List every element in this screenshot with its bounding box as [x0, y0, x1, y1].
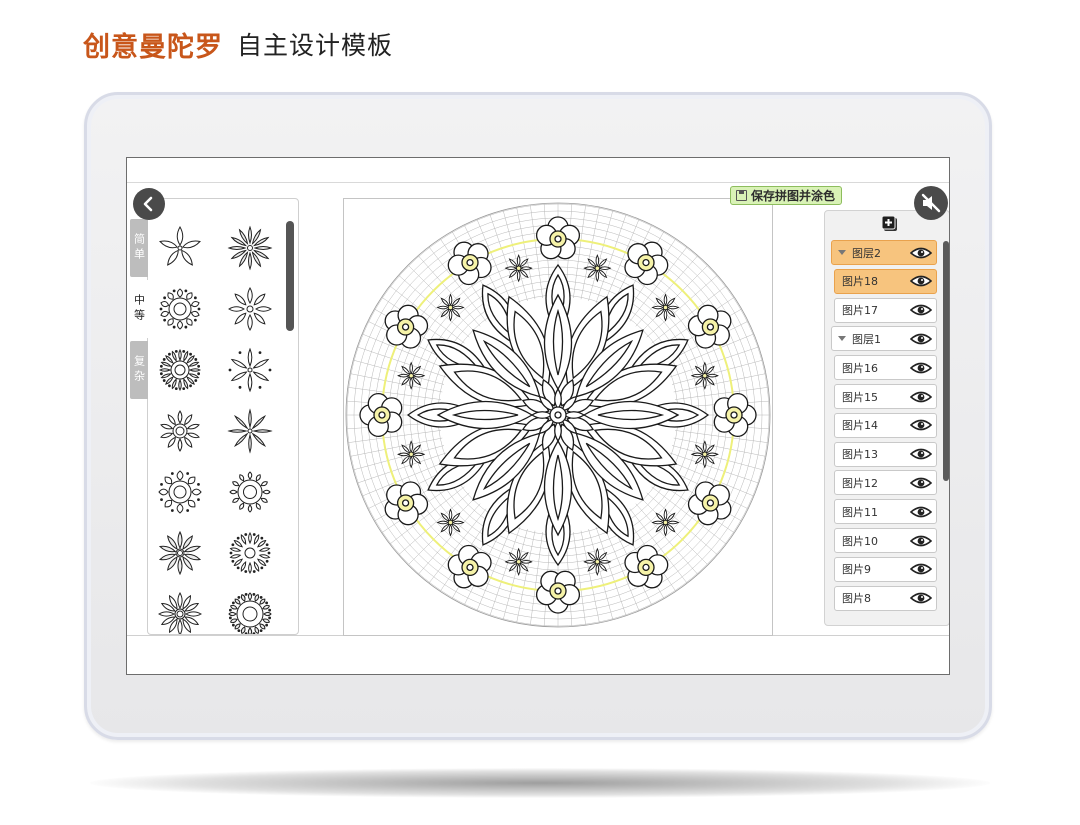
save-button-label: 保存拼图并涂色 [751, 189, 836, 203]
mandala-canvas[interactable] [343, 198, 773, 636]
save-and-color-button[interactable]: 保存拼图并涂色 [730, 186, 843, 205]
shape-panel-scrollbar[interactable] [286, 221, 294, 331]
layer-item-row[interactable]: 图片8 [834, 585, 937, 611]
app-screen: 简单 中等 复杂 保存拼图并涂色 图层2 图片18 图片17 图层1 图片16 图片15 图片1… [126, 157, 950, 675]
mandala-motif-icon [228, 347, 272, 393]
visibility-eye-icon[interactable] [910, 447, 932, 461]
mute-button[interactable] [914, 186, 948, 220]
mandala-motif-icon [159, 225, 201, 266]
visibility-eye-icon[interactable] [910, 274, 932, 288]
visibility-eye-icon[interactable] [910, 246, 932, 260]
mandala-motif-icon [227, 408, 273, 454]
mandala-motif-icon [159, 288, 201, 330]
mandala-motif-icon [229, 471, 271, 513]
add-layer-icon[interactable] [881, 215, 899, 233]
visibility-eye-icon[interactable] [910, 476, 932, 490]
visibility-eye-icon[interactable] [910, 591, 932, 605]
layer-label: 图片17 [842, 304, 878, 318]
shape-thumbnail[interactable] [156, 407, 204, 455]
shape-thumbnail[interactable] [156, 468, 204, 516]
layer-panel-scrollbar[interactable] [943, 241, 949, 481]
visibility-eye-icon[interactable] [910, 418, 932, 432]
layer-item-row[interactable]: 图片17 [834, 297, 937, 323]
layer-item-row[interactable]: 图片16 [834, 355, 937, 381]
shape-thumbnail[interactable] [226, 590, 274, 634]
layer-item-row[interactable]: 图片15 [834, 384, 937, 409]
layer-label: 图层2 [852, 246, 881, 260]
difficulty-tabs: 简单 中等 复杂 [130, 219, 148, 402]
mandala-motif-icon [160, 410, 200, 452]
layer-item-row[interactable]: 图片9 [834, 556, 937, 582]
layer-item-row[interactable]: 图片12 [834, 470, 937, 496]
shape-thumbnail[interactable] [156, 346, 204, 394]
mandala-motif-icon [228, 287, 272, 331]
layer-label: 图片11 [842, 505, 878, 519]
shape-thumbnail[interactable] [156, 285, 204, 333]
chevron-left-icon [143, 196, 153, 212]
speaker-muted-icon [921, 193, 941, 213]
visibility-eye-icon[interactable] [910, 534, 932, 548]
layer-item-row[interactable]: 图片11 [834, 499, 937, 525]
difficulty-tab-0[interactable]: 简单 [130, 219, 148, 277]
mandala-motif-icon [228, 592, 272, 634]
mandala-motif-icon [157, 591, 203, 634]
shape-thumbnail[interactable] [226, 468, 274, 516]
layer-item-row[interactable]: 图片14 [834, 412, 937, 438]
layer-label: 图层1 [852, 332, 881, 346]
layer-label: 图片18 [842, 275, 878, 289]
layer-label: 图片14 [842, 419, 878, 433]
expand-caret-icon[interactable] [838, 250, 846, 255]
shape-library-panel [147, 198, 299, 635]
visibility-eye-icon[interactable] [910, 303, 932, 317]
layer-item-row[interactable]: 图片13 [834, 441, 937, 467]
top-divider [127, 182, 949, 183]
page-headline: 创意曼陀罗 自主设计模板 [83, 24, 393, 64]
shape-thumbnail[interactable] [226, 285, 274, 333]
headline-accent-text: 创意曼陀罗 [83, 31, 223, 63]
shape-thumbnail[interactable] [226, 407, 274, 455]
mandala-motif-icon [158, 348, 202, 392]
shape-thumbnail[interactable] [156, 224, 204, 272]
shape-thumbnail[interactable] [226, 529, 274, 577]
layer-label: 图片8 [842, 592, 871, 606]
layer-group-row[interactable]: 图层1 [831, 326, 937, 352]
difficulty-tab-2[interactable]: 复杂 [130, 341, 148, 399]
shape-thumbnail[interactable] [226, 346, 274, 394]
layer-item-row[interactable]: 图片10 [834, 528, 937, 553]
mandala-motif-icon [229, 532, 271, 574]
visibility-eye-icon[interactable] [910, 390, 932, 404]
shape-thumbnail[interactable] [156, 590, 204, 634]
layer-label: 图片10 [842, 534, 878, 548]
visibility-eye-icon[interactable] [910, 505, 932, 519]
expand-caret-icon[interactable] [838, 336, 846, 342]
difficulty-tab-1[interactable]: 中等 [130, 280, 148, 338]
layer-label: 图片9 [842, 563, 871, 577]
mandala-motif-icon [158, 530, 202, 576]
back-button[interactable] [133, 188, 165, 220]
device-shadow [90, 768, 990, 798]
layer-group-row[interactable]: 图层2 [831, 240, 937, 265]
visibility-eye-icon[interactable] [910, 562, 932, 576]
layer-label: 图片13 [842, 448, 878, 462]
headline-subtitle-text: 自主设计模板 [237, 31, 394, 60]
mandala-motif-icon [158, 470, 202, 514]
layer-item-row[interactable]: 图片18 [834, 268, 937, 294]
layer-panel: 图层2 图片18 图片17 图层1 图片16 图片15 图片14 图片13 图片12 图片11 图片… [824, 210, 949, 626]
layer-label: 图片12 [842, 476, 878, 490]
layer-label: 图片15 [842, 390, 878, 404]
visibility-eye-icon[interactable] [910, 361, 932, 375]
shape-thumbnail[interactable] [226, 224, 274, 272]
layer-label: 图片16 [842, 361, 878, 375]
mandala-artwork[interactable] [344, 199, 772, 635]
shape-thumbnail[interactable] [156, 529, 204, 577]
save-icon [736, 190, 747, 201]
visibility-eye-icon[interactable] [910, 332, 932, 346]
mandala-motif-icon [227, 225, 273, 271]
